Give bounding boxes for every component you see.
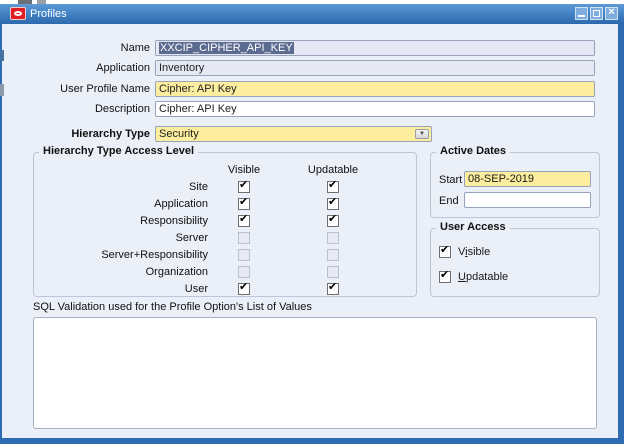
description-value: Cipher: API Key [159,103,237,115]
checkmark-icon: ✔ [239,179,249,191]
description-row: Description Cipher: API Key [2,101,618,118]
updatable-column-header: Updatable [307,164,359,176]
start-date-value: 08-SEP-2019 [468,173,535,185]
close-button[interactable]: × [605,6,618,20]
access-row-application: Application ✔ ✔ [34,196,416,213]
checkmark-icon: ✔ [328,281,338,293]
checkmark-icon: ✔ [328,179,338,191]
visible-checkbox[interactable]: ✔ [238,213,250,227]
end-date-input[interactable] [464,192,591,208]
access-row-site: Site ✔ ✔ [34,179,416,196]
user-profile-name-input[interactable]: Cipher: API Key [155,81,595,97]
hierarchy-type-dropdown[interactable]: Security ▼ [155,126,432,142]
updatable-checkbox[interactable]: ✔ [327,179,339,193]
oracle-logo-icon [10,7,26,20]
user-profile-name-value: Cipher: API Key [159,83,237,95]
access-row-server: Server ✔ ✔ [34,230,416,247]
user-access-group: User Access ✔ Visible ✔ Updatable [430,221,600,297]
access-level-row-label: Server [175,232,208,244]
minimize-icon [578,15,585,17]
checkmark-icon: ✔ [440,244,450,256]
form-area: Name XXCIP_CIPHER_API_KEY Application In… [2,24,618,438]
active-dates-group: Active Dates Start 08-SEP-2019 End [430,145,600,218]
visible-column-header: Visible [227,164,261,176]
visible-checkbox: ✔ [238,249,250,261]
access-level-row-label: Application [154,198,208,210]
close-icon: × [608,6,615,18]
user-access-updatable-row: ✔ Updatable [439,269,509,284]
profiles-window: Profiles × Name XXCIP_CIPHER_API_KEY App… [0,4,624,444]
background-window-fragment [0,84,4,96]
active-dates-group-title: Active Dates [436,145,511,157]
start-label: Start [439,174,463,186]
hierarchy-type-value: Security [159,128,199,140]
updatable-checkbox[interactable]: ✔ [327,213,339,227]
access-level-group-title: Hierarchy Type Access Level [39,145,199,157]
checkmark-icon: ✔ [440,269,450,281]
description-input[interactable]: Cipher: API Key [155,101,595,117]
user-access-visible-label: Visible [458,246,491,258]
maximize-button[interactable] [590,7,603,20]
application-value: Inventory [159,62,205,74]
access-level-group: Hierarchy Type Access Level Visible Upda… [33,145,417,298]
user-access-group-title: User Access [436,221,510,233]
user-profile-name-row: User Profile Name Cipher: API Key [2,81,618,98]
application-label: Application [96,62,150,74]
name-value-selected: XXCIP_CIPHER_API_KEY [159,42,294,54]
dropdown-button[interactable]: ▼ [415,129,429,139]
access-row-server-responsibility: Server+Responsibility ✔ ✔ [34,247,416,264]
sql-validation-label: SQL Validation used for the Profile Opti… [33,301,312,313]
maximize-icon [593,10,600,17]
background-window-fragment [0,50,4,61]
screen: Profiles × Name XXCIP_CIPHER_API_KEY App… [0,0,624,446]
access-level-row-label: User [184,283,208,295]
chevron-down-icon: ▼ [419,131,425,137]
description-label: Description [94,103,150,115]
checkmark-icon: ✔ [239,213,249,225]
name-row: Name XXCIP_CIPHER_API_KEY [2,40,618,57]
checkmark-icon: ✔ [328,213,338,225]
access-level-row-label: Server+Responsibility [101,249,208,261]
application-row: Application Inventory [2,60,618,77]
updatable-checkbox: ✔ [327,249,339,261]
name-label: Name [120,42,150,54]
minimize-button[interactable] [575,7,588,20]
access-row-organization: Organization ✔ ✔ [34,264,416,281]
title-bar[interactable]: Profiles × [0,4,624,24]
visible-checkbox[interactable]: ✔ [238,196,250,210]
sql-validation-textarea[interactable] [33,317,597,429]
checkmark-icon: ✔ [328,196,338,208]
visible-checkbox: ✔ [238,232,250,244]
access-level-row-label: Responsibility [140,215,208,227]
access-row-responsibility: Responsibility ✔ ✔ [34,213,416,230]
user-profile-name-label: User Profile Name [60,83,150,95]
updatable-checkbox[interactable]: ✔ [327,196,339,210]
start-date-input[interactable]: 08-SEP-2019 [464,171,591,187]
visible-checkbox[interactable]: ✔ [238,281,250,295]
user-access-visible-row: ✔ Visible [439,244,491,259]
user-access-updatable-checkbox[interactable]: ✔ [439,269,451,283]
checkmark-icon: ✔ [239,196,249,208]
user-access-visible-checkbox[interactable]: ✔ [439,244,451,258]
checkmark-icon: ✔ [239,281,249,293]
end-label: End [439,195,459,207]
updatable-checkbox[interactable]: ✔ [327,281,339,295]
updatable-checkbox: ✔ [327,232,339,244]
hierarchy-type-row: Hierarchy Type Security ▼ [2,126,618,143]
access-level-row-label: Organization [145,266,208,278]
name-input[interactable]: XXCIP_CIPHER_API_KEY [155,40,595,56]
access-level-row-label: Site [189,181,208,193]
visible-checkbox[interactable]: ✔ [238,179,250,193]
access-level-rows: Site ✔ ✔ Application ✔ ✔ Responsibility … [34,179,416,298]
access-row-user: User ✔ ✔ [34,281,416,298]
user-access-updatable-label: Updatable [458,271,509,283]
window-title: Profiles [30,8,67,20]
updatable-checkbox: ✔ [327,266,339,278]
hierarchy-type-label: Hierarchy Type [71,128,150,140]
application-input[interactable]: Inventory [155,60,595,76]
visible-checkbox: ✔ [238,266,250,278]
